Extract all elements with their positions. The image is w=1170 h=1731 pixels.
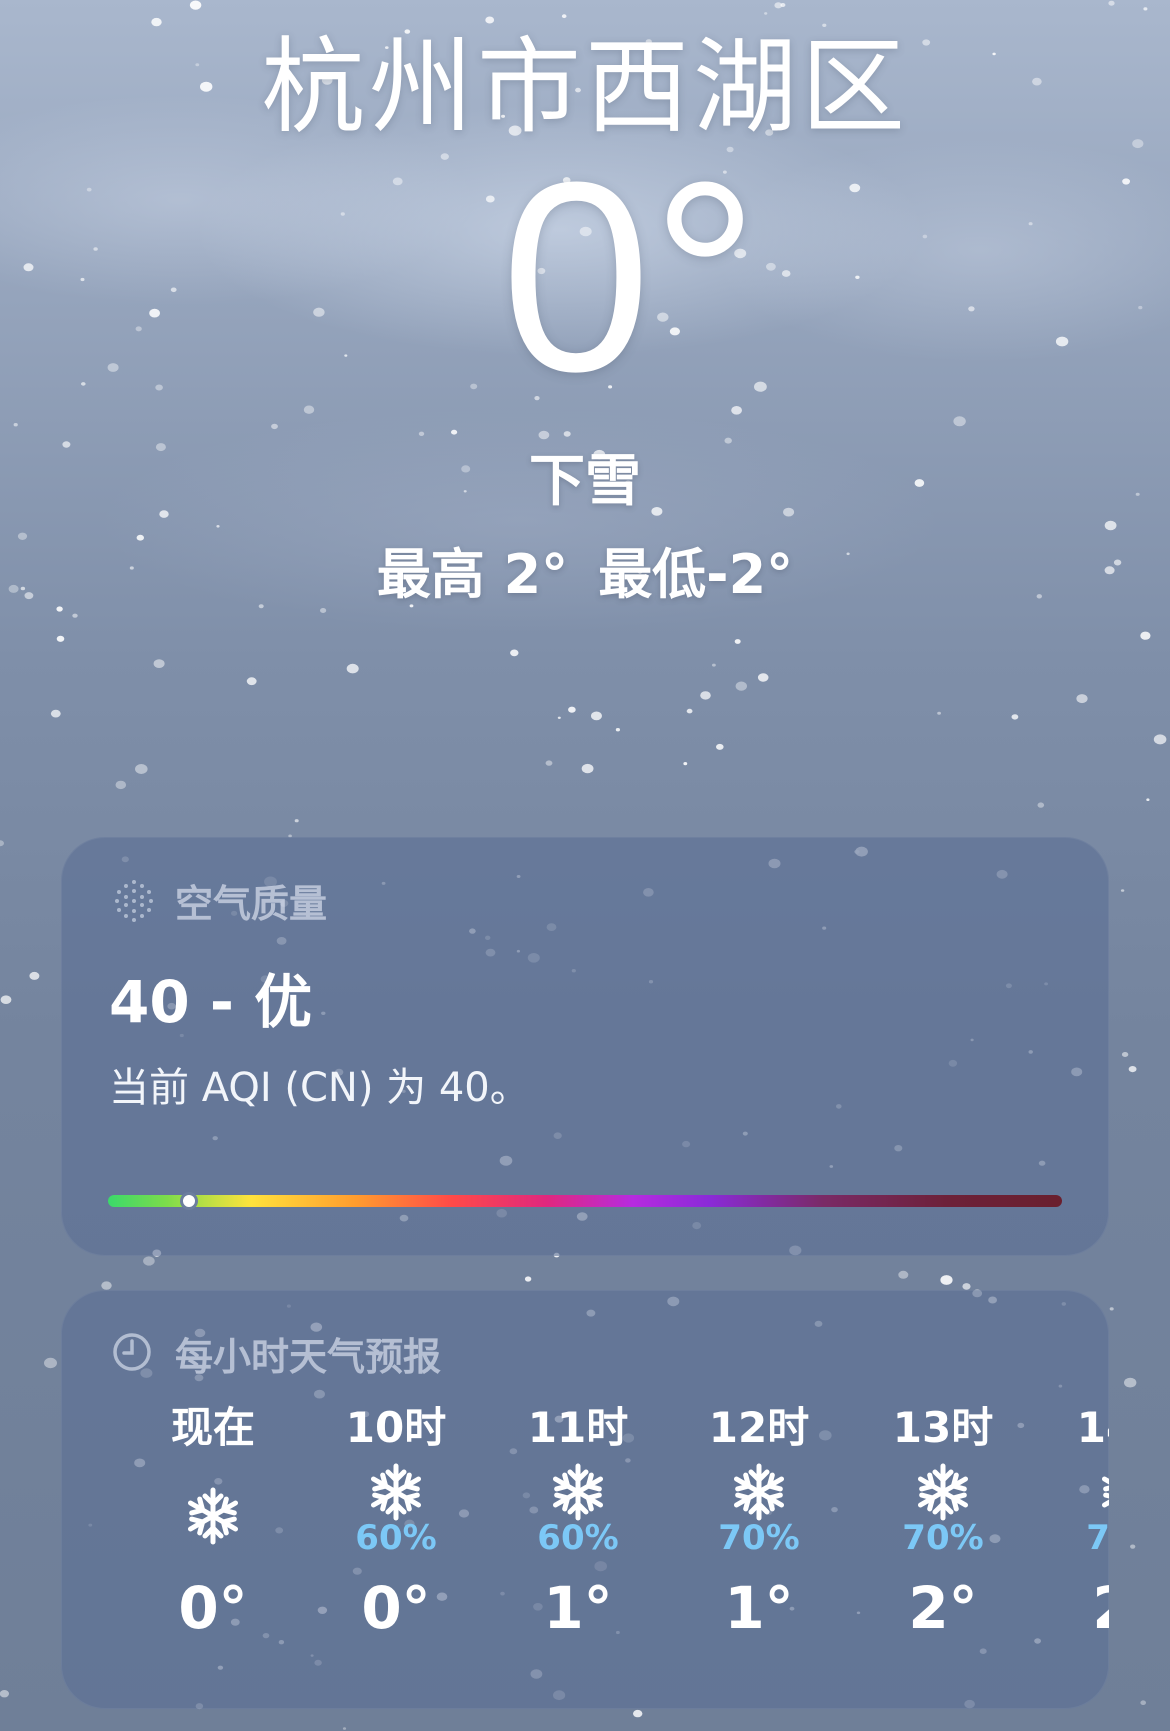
hourly-item[interactable]: 14时70%2° <box>1057 1400 1109 1648</box>
snowflake-icon <box>873 1456 1013 1552</box>
aqi-dots-icon <box>111 878 157 924</box>
aqi-value: 40 - 优 <box>109 968 313 1036</box>
aqi-scale-indicator <box>180 1192 199 1210</box>
clock-icon <box>111 1331 157 1377</box>
current-condition: 下雪 <box>529 449 641 514</box>
snowflake-icon <box>326 1456 466 1552</box>
hourly-forecast-card[interactable]: 每小时天气预报 现在 0° 10时 60% 0° 11时 60% 1° 12时 70% 1° 13时 7… <box>61 1290 1109 1709</box>
hourly-item[interactable]: 13时 70% 2° <box>873 1400 1013 1648</box>
current-temperature: 0° <box>500 127 760 428</box>
hour-label: 10时 <box>345 1403 447 1452</box>
snowflake-icon <box>1057 1456 1109 1552</box>
hour-temperature: 2° <box>908 1574 978 1642</box>
hour-label: 12时 <box>708 1403 810 1452</box>
hourly-item[interactable]: 10时 60% 0° <box>326 1400 466 1648</box>
hour-temperature: 1° <box>543 1574 613 1642</box>
hour-label: 14时 <box>1076 1403 1109 1452</box>
air-quality-title-label: 空气质量 <box>175 882 328 926</box>
air-quality-card[interactable]: 空气质量 40 - 优 当前 AQI (CN) 为 40。 <box>61 837 1109 1256</box>
hour-temperature: 0° <box>178 1574 248 1642</box>
hour-label: 11时 <box>527 1403 629 1452</box>
aqi-description: 当前 AQI (CN) 为 40。 <box>109 1065 530 1111</box>
snowflake-icon <box>689 1456 829 1552</box>
hour-temperature: 0° <box>361 1574 431 1642</box>
air-quality-title: 空气质量 <box>111 873 327 928</box>
hourly-forecast-title: 每小时天气预报 <box>111 1326 441 1381</box>
high-low-temperature: 最高 2° 最低-2° <box>0 540 1170 610</box>
high-temperature: 最高 2° <box>376 543 569 606</box>
snowflake-icon <box>508 1456 648 1552</box>
snowflake-icon <box>143 1456 283 1552</box>
hourly-item[interactable]: 11时 60% 1° <box>508 1400 648 1648</box>
hourly-item[interactable]: 现在 0° <box>143 1400 283 1648</box>
hourly-forecast-title-label: 每小时天气预报 <box>175 1335 442 1379</box>
hour-temperature: 1° <box>724 1574 794 1642</box>
aqi-scale-bar <box>108 1195 1062 1207</box>
low-temperature: 最低-2° <box>598 543 794 606</box>
hourly-forecast-list[interactable]: 现在0°10时60%0°11时60%1°12时70%1°13时70%2°14时7… <box>61 1400 1109 1700</box>
hourly-item[interactable]: 12时 70% 1° <box>689 1400 829 1648</box>
hour-label: 现在 <box>170 1403 255 1452</box>
hour-temperature: 2° <box>1057 1568 1109 1648</box>
hour-label: 13时 <box>892 1403 994 1452</box>
